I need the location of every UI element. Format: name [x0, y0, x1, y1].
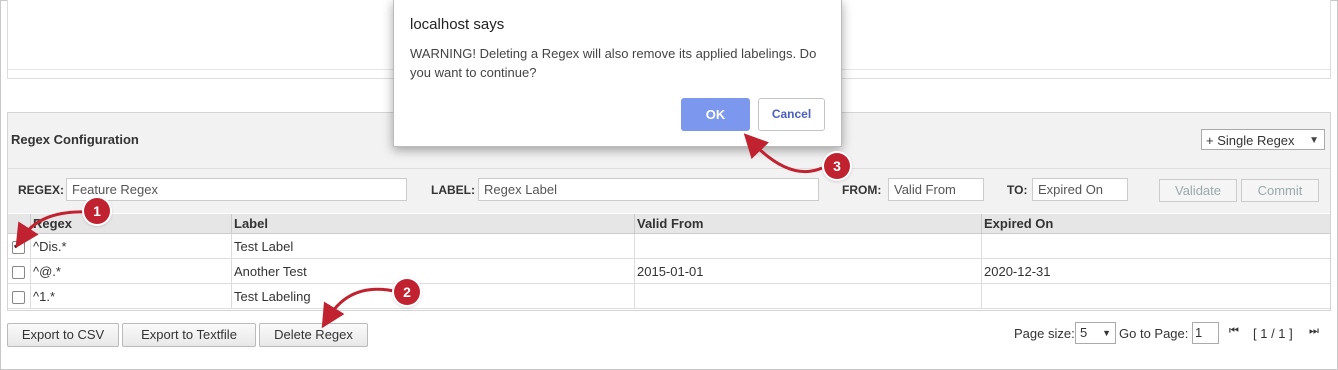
callout-badge-3: 3 — [824, 153, 850, 179]
callout-arrow-1 — [15, 210, 89, 249]
callout-arrows — [15, 133, 823, 329]
callout-arrow-2 — [321, 287, 395, 329]
callout-badge-1: 1 — [84, 198, 110, 224]
callout-badge-2: 2 — [394, 279, 420, 305]
callout-arrow-3 — [743, 133, 823, 174]
